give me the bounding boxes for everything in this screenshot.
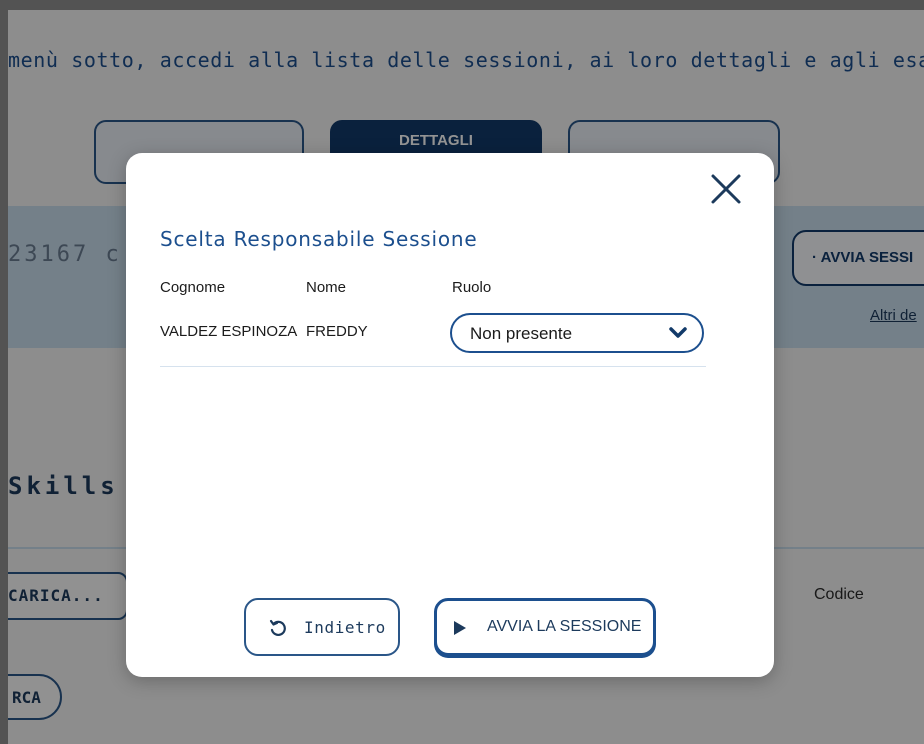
chevron-down-icon [668, 324, 688, 342]
role-select[interactable]: Non presente [450, 313, 704, 353]
column-header-name: Nome [306, 279, 347, 296]
session-manager-dialog: Scelta Responsabile Sessione Cognome Nom… [126, 153, 774, 677]
close-icon[interactable] [708, 171, 744, 207]
column-header-role: Ruolo [452, 279, 492, 296]
back-button-label: Indietro [304, 618, 386, 637]
column-header-surname: Cognome [160, 279, 226, 296]
dialog-title: Scelta Responsabile Sessione [160, 227, 478, 251]
play-icon [453, 620, 467, 635]
row-name: FREDDY [306, 323, 368, 340]
back-button[interactable]: Indietro [244, 598, 400, 656]
row-separator [160, 366, 706, 367]
start-session-button[interactable]: AVVIA LA SESSIONE [434, 598, 656, 656]
undo-icon [268, 618, 288, 638]
start-session-label: AVVIA LA SESSIONE [487, 618, 642, 635]
role-select-value: Non presente [470, 324, 573, 343]
row-surname: VALDEZ ESPINOZA [160, 323, 298, 340]
